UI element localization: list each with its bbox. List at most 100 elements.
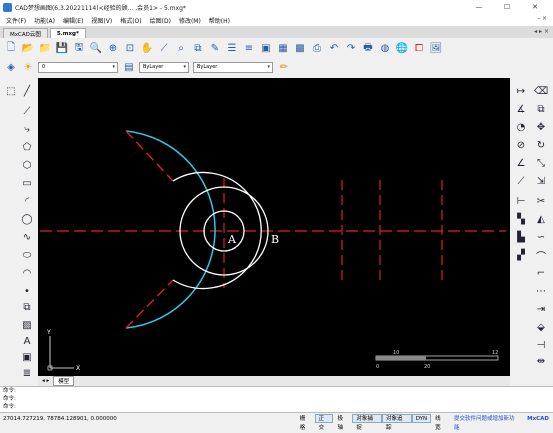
rectangle-icon[interactable]: ▭ [20, 176, 34, 190]
tab-mxcad-cloud[interactable]: MxCAD云图 [3, 28, 48, 38]
color-select[interactable]: ByLayer ▾ [139, 61, 189, 73]
maximize-button[interactable]: ☐ [494, 0, 520, 14]
arc-icon[interactable]: ◜ [20, 194, 34, 208]
menu-function[interactable]: 功能(A) [34, 16, 55, 25]
image-export-icon[interactable]: 🖼 [429, 41, 443, 55]
ellipse-arc-icon[interactable]: ◠ [20, 266, 34, 280]
mtext-icon[interactable]: ≣ [20, 366, 34, 380]
tab-nav-controls[interactable]: ◂ ▸ × [534, 28, 549, 35]
move-icon[interactable]: ✥ [534, 120, 548, 134]
array-icon[interactable]: ⌒ [534, 248, 548, 263]
construction-line-icon[interactable]: ⟋ [20, 104, 34, 118]
toggle-dyn[interactable]: DYN [411, 414, 432, 423]
menu-draw[interactable]: 绘图(D) [150, 16, 171, 25]
open-file-icon[interactable]: 📂 [21, 41, 35, 55]
distance-icon[interactable]: ↦ [514, 84, 528, 98]
menu-format[interactable]: 格式(O) [120, 16, 141, 25]
toggle-osnap[interactable]: 对象捕捉 [352, 414, 383, 431]
redo-icon[interactable]: ↷ [344, 41, 358, 55]
layer-previous-icon[interactable]: ▤ [122, 60, 136, 74]
select-icon[interactable]: ⬚ [4, 84, 18, 98]
layer-stack-blue-icon[interactable]: ▙ [514, 230, 528, 244]
minimize-button[interactable]: — [466, 0, 492, 14]
save-as-icon[interactable]: 🖫 [72, 41, 86, 55]
pentagon-icon[interactable]: ⬡ [20, 158, 34, 172]
open-mxg-icon[interactable]: 📁 [38, 41, 52, 55]
undo-icon[interactable]: ↶ [327, 41, 341, 55]
offset-icon[interactable]: ∽ [534, 230, 548, 244]
break-icon[interactable]: ⋯ [534, 284, 548, 298]
zoom-realtime-icon[interactable]: 🔍 [89, 41, 103, 55]
spline-icon[interactable]: ∿ [20, 230, 34, 244]
block-icon[interactable]: ▣ [259, 41, 273, 55]
line-icon[interactable]: ╱ [20, 84, 34, 98]
point-icon[interactable]: • [20, 284, 34, 298]
toggle-lineweight[interactable]: 线宽 [431, 414, 450, 431]
toggle-ortho[interactable]: 正交 [314, 414, 334, 431]
linetype-select[interactable]: ByLayer ▾ [193, 61, 273, 73]
copy-icon[interactable]: ⧉ [534, 102, 548, 116]
stretch-icon[interactable]: ⇲ [534, 174, 548, 188]
image-icon[interactable]: ▣ [20, 350, 34, 364]
join-icon[interactable]: ⊣ [534, 338, 548, 352]
tab-model[interactable]: 模型 [53, 376, 75, 386]
toggle-otrack[interactable]: 对象追踪 [382, 414, 412, 431]
properties-icon[interactable]: ☰ [225, 41, 239, 55]
brush-icon[interactable]: ✎ [208, 41, 222, 55]
polygon-icon[interactable]: ⬠ [20, 140, 34, 154]
angular-dim-icon[interactable]: ∠ [514, 156, 528, 170]
pdf-export-icon[interactable]: ⧠ [412, 41, 426, 55]
layout-nav[interactable]: ◂ ▸ [42, 378, 49, 384]
new-file-icon[interactable]: 🗋 [4, 41, 18, 55]
trim-icon[interactable]: ✂ [534, 194, 548, 208]
menu-view[interactable]: 视图(V) [91, 16, 112, 25]
close-button[interactable]: ✕ [522, 0, 548, 14]
toggle-polar[interactable]: 极轴 [333, 414, 352, 431]
globe-icon[interactable]: 🌐 [395, 41, 409, 55]
dimension-icon[interactable]: ⟋ [157, 41, 171, 55]
menu-doc-controls[interactable]: – × [537, 15, 547, 22]
drawing-canvas[interactable]: A B Y X 10 12 0 20 [38, 78, 510, 376]
menu-modify[interactable]: 修改(M) [179, 16, 201, 25]
menu-edit[interactable]: 编辑(E) [63, 16, 83, 25]
erase-icon[interactable]: ⌫ [534, 84, 548, 98]
toggle-grid[interactable]: 栅格 [296, 414, 315, 431]
mirror-icon[interactable]: ◭ [534, 212, 548, 226]
layer-state-icon[interactable]: ☀ [21, 60, 35, 74]
layer-select[interactable]: 0 ▾ [38, 61, 118, 73]
rotate-icon[interactable]: ↻ [534, 138, 548, 152]
match-properties-icon[interactable]: ⧉ [191, 41, 205, 55]
circle-icon[interactable]: ◯ [20, 212, 34, 226]
layer-stack-icon[interactable]: ◈ [4, 60, 18, 74]
layer-blue-icon[interactable]: ▚ [514, 212, 528, 226]
radius-icon[interactable]: ◔ [514, 120, 528, 134]
save-icon[interactable]: 💾 [55, 41, 69, 55]
zoom-window-icon[interactable]: ⊕ [106, 41, 120, 55]
layer-manager-icon[interactable]: ≡ [242, 41, 256, 55]
chamfer-icon[interactable]: ⇹ [534, 354, 548, 368]
pencil-icon[interactable]: ✏ [277, 60, 291, 74]
extend-icon[interactable]: ⇥ [534, 302, 548, 316]
zoom-extents-icon[interactable]: ⊡ [123, 41, 137, 55]
aligned-dim-icon[interactable]: ⟋ [514, 174, 528, 188]
explode-icon[interactable]: ⬙ [534, 320, 548, 334]
diameter-icon[interactable]: ⊘ [514, 138, 528, 152]
table-icon[interactable]: ▦ [276, 41, 290, 55]
polyline-icon[interactable]: ⤷ [20, 122, 34, 136]
angle-icon[interactable]: ∡ [514, 102, 528, 116]
menu-help[interactable]: 帮助(H) [209, 16, 230, 25]
image-insert-icon[interactable]: ▩ [293, 41, 307, 55]
stamp-icon[interactable]: ⎙ [310, 41, 324, 55]
feedback-link[interactable]: 提交软件问题或增加新功能 [450, 414, 523, 431]
web-icon[interactable]: ◍ [378, 41, 392, 55]
linear-dim-icon[interactable]: ⊢ [514, 194, 528, 208]
insert-block-icon[interactable]: ⧉ [20, 300, 34, 314]
fillet-icon[interactable]: ⌐ [534, 266, 548, 280]
draw-order-icon[interactable]: ▞ [514, 248, 528, 262]
menu-file[interactable]: 文件(F) [6, 16, 26, 25]
measure-icon[interactable]: ⌕ [174, 41, 188, 55]
text-icon[interactable]: A [20, 334, 34, 348]
tab-drawing-5[interactable]: 5.mxg* [49, 28, 86, 38]
command-input[interactable]: 命令: [0, 403, 553, 411]
ellipse-icon[interactable]: ⬭ [20, 248, 34, 262]
